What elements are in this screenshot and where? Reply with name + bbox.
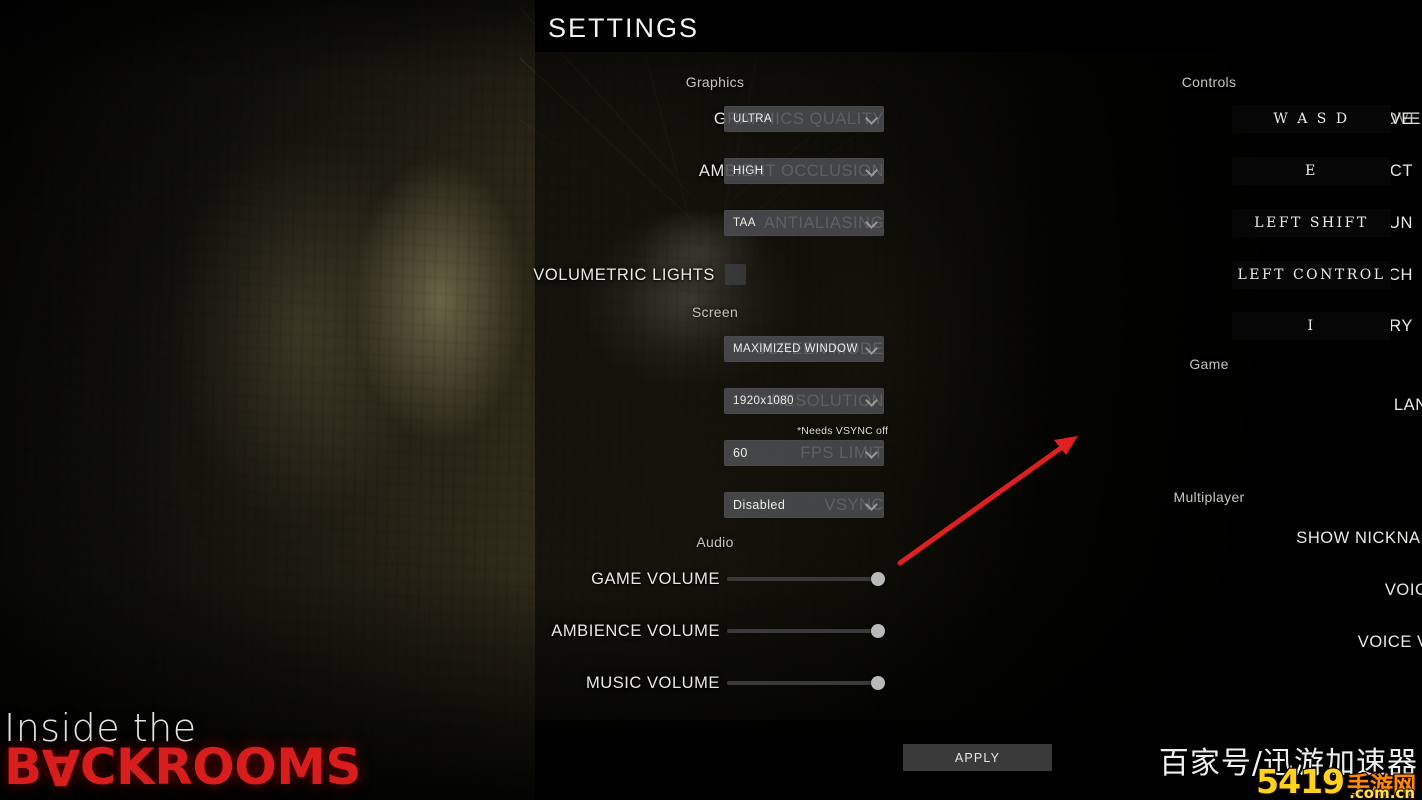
dropdown-fps-limit[interactable]: 60 <box>724 440 884 466</box>
game-screen: SETTINGS Graphics GRAPHICS QUALITY ULTRA… <box>0 0 1422 800</box>
settings-overlay: SETTINGS Graphics GRAPHICS QUALITY ULTRA… <box>533 0 1422 800</box>
slider-track <box>727 577 885 581</box>
dropdown-screen-mode[interactable]: MAXIMIZED WINDOW <box>724 336 884 362</box>
dropdown-fps-limit-value: 60 <box>733 446 748 460</box>
row-volumetric-lights: VOLUMETRIC LIGHTS <box>533 261 715 289</box>
keybind-crouch[interactable]: LEFT CONTROL <box>1232 261 1391 289</box>
page-title: SETTINGS <box>548 13 700 43</box>
chevron-down-icon <box>866 165 878 177</box>
slider-track <box>727 681 885 685</box>
chevron-down-icon <box>866 447 878 459</box>
dropdown-ambient-occlusion-value: HIGH <box>733 165 764 177</box>
section-header-multiplayer: Multiplayer <box>1173 489 1245 505</box>
keybind-run[interactable]: LEFT SHIFT <box>1232 209 1391 237</box>
section-header-game: Game <box>1189 356 1229 372</box>
logo-letter-a-inverted: A <box>41 738 80 796</box>
chevron-down-icon <box>866 395 878 407</box>
keybind-inventory[interactable]: I <box>1232 312 1391 340</box>
chevron-down-icon <box>866 217 878 229</box>
apply-button[interactable]: APPLY <box>903 744 1052 771</box>
logo-letter-b: B <box>4 738 42 796</box>
chevron-down-icon <box>866 113 878 125</box>
dropdown-antialiasing[interactable]: TAA <box>724 210 884 236</box>
section-header-audio: Audio <box>696 534 734 550</box>
row-ambience-volume: AMBIENCE VOLUME <box>535 617 720 645</box>
site-watermark-number: 5419 <box>1255 762 1346 800</box>
row-show-nicknames: SHOW NICKNAMES <box>1285 524 1422 552</box>
slider-ambience-volume[interactable] <box>727 624 885 638</box>
dropdown-screen-mode-value: MAXIMIZED WINDOW <box>733 343 858 355</box>
row-voice-volume: VOICE VOLUME <box>1315 628 1422 656</box>
game-logo-line2: BACKROOMS <box>4 738 362 796</box>
row-fov: FOV <box>1315 442 1422 470</box>
label-voice-volume: VOICE VOLUME <box>1357 633 1422 651</box>
label-game-volume: GAME VOLUME <box>591 570 720 588</box>
chevron-down-icon <box>866 343 878 355</box>
vsync-note: *Needs VSYNC off <box>797 425 889 437</box>
keybind-crouch-value: LEFT CONTROL <box>1237 267 1386 283</box>
dropdown-resolution-value: 1920x1080 <box>733 395 794 407</box>
checkbox-volumetric-lights[interactable] <box>725 264 746 285</box>
dropdown-ambient-occlusion[interactable]: HIGH <box>724 158 884 184</box>
keybind-interact-value: E <box>1305 163 1318 179</box>
dropdown-resolution[interactable]: 1920x1080 <box>724 388 884 414</box>
slider-track <box>727 629 885 633</box>
label-language: LANGUAGE <box>1393 396 1422 414</box>
apply-button-label: APPLY <box>954 750 1001 765</box>
row-music-volume: MUSIC VOLUME <box>535 669 720 697</box>
slider-knob[interactable] <box>871 676 885 690</box>
dropdown-vsync-value: Disabled <box>733 498 786 512</box>
dropdown-graphics-quality-value: ULTRA <box>733 113 773 125</box>
keybind-move-value: W A S D <box>1273 111 1350 127</box>
keybind-inventory-value: I <box>1307 318 1316 334</box>
keybind-move[interactable]: W A S D <box>1232 105 1391 133</box>
keybind-interact[interactable]: E <box>1232 157 1391 185</box>
label-show-nicknames: SHOW NICKNAMES <box>1296 529 1422 547</box>
label-music-volume: MUSIC VOLUME <box>585 674 720 692</box>
slider-music-volume[interactable] <box>727 676 885 690</box>
dropdown-antialiasing-value: TAA <box>733 217 756 229</box>
game-logo: Inside the BACKROOMS <box>4 709 362 796</box>
label-ambience-volume: AMBIENCE VOLUME <box>551 622 720 640</box>
section-header-screen: Screen <box>691 304 739 320</box>
section-header-graphics: Graphics <box>685 74 745 90</box>
slider-knob[interactable] <box>871 572 885 586</box>
site-watermark-tld: .com.cn <box>1348 784 1416 800</box>
row-game-volume: GAME VOLUME <box>535 565 720 593</box>
label-volumetric-lights: VOLUMETRIC LIGHTS <box>533 266 715 284</box>
logo-letters-ckrooms: CKROOMS <box>79 738 362 796</box>
chevron-down-icon <box>866 499 878 511</box>
slider-knob[interactable] <box>871 624 885 638</box>
dropdown-graphics-quality[interactable]: ULTRA <box>724 106 884 132</box>
row-voice-chat: VOICE CHAT <box>1335 576 1422 604</box>
slider-game-volume[interactable] <box>727 572 885 586</box>
keybind-run-value: LEFT SHIFT <box>1254 215 1369 231</box>
section-header-controls: Controls <box>1181 74 1237 90</box>
label-voice-chat: VOICE CHAT <box>1384 581 1422 599</box>
site-watermark-logo: 5419 手游网 .com.cn <box>1255 762 1417 800</box>
dropdown-vsync[interactable]: Disabled <box>724 492 884 518</box>
row-language: LANGUAGE <box>1330 391 1422 419</box>
